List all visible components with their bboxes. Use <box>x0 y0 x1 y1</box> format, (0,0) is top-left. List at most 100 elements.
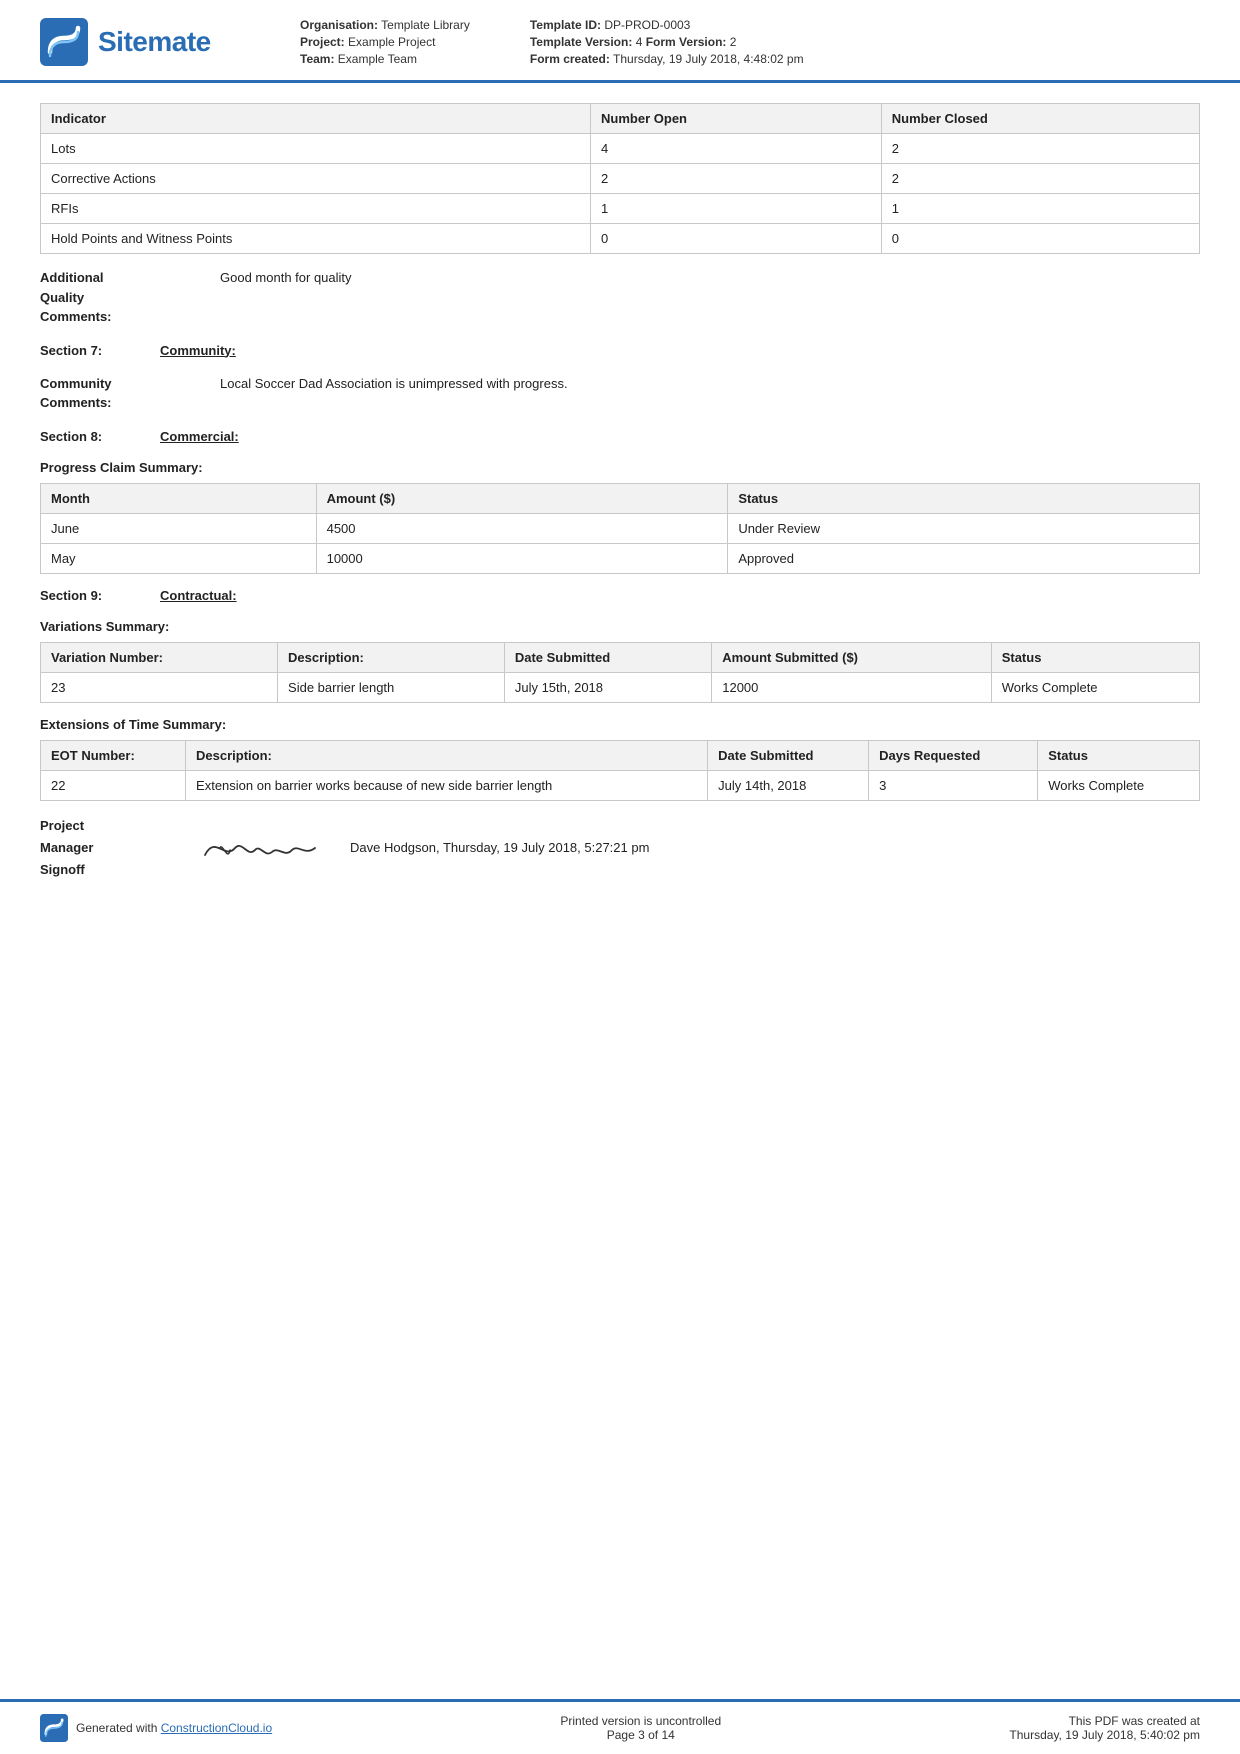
indicators-col-closed: Number Closed <box>881 104 1199 134</box>
table-row: Lots 4 2 <box>41 134 1200 164</box>
sitemate-logo-icon <box>40 18 88 66</box>
var-amount: 12000 <box>712 672 991 702</box>
footer-right: This PDF was created at Thursday, 19 Jul… <box>1009 1714 1200 1742</box>
signature-image <box>200 820 320 875</box>
indicators-col-open: Number Open <box>591 104 882 134</box>
eot-col-description: Description: <box>186 740 708 770</box>
footer: Generated with ConstructionCloud.io Prin… <box>0 1699 1240 1754</box>
org-line: Organisation: Template Library <box>300 18 470 32</box>
signoff-label: ProjectManagerSignoff <box>40 815 170 881</box>
eot-number: 22 <box>41 770 186 800</box>
var-col-amount: Amount Submitted ($) <box>712 642 991 672</box>
var-col-number: Variation Number: <box>41 642 278 672</box>
indicator-name: Hold Points and Witness Points <box>41 224 591 254</box>
progress-claim-title: Progress Claim Summary: <box>40 460 1200 475</box>
signature-svg <box>200 820 320 875</box>
indicator-name: Lots <box>41 134 591 164</box>
community-comments-row: CommunityComments: Local Soccer Dad Asso… <box>40 374 1200 413</box>
template-version-line: Template Version: 4 Form Version: 2 <box>530 35 804 49</box>
var-number: 23 <box>41 672 278 702</box>
eot-col-number: EOT Number: <box>41 740 186 770</box>
table-row: June 4500 Under Review <box>41 513 1200 543</box>
section8-number: Section 8: <box>40 429 140 444</box>
additional-quality-row: AdditionalQualityComments: Good month fo… <box>40 268 1200 327</box>
footer-left: Generated with ConstructionCloud.io <box>40 1714 272 1742</box>
footer-center-line2: Page 3 of 14 <box>560 1728 721 1742</box>
indicator-closed: 2 <box>881 164 1199 194</box>
var-col-date: Date Submitted <box>504 642 711 672</box>
project-line: Project: Example Project <box>300 35 470 49</box>
section9-title: Contractual: <box>160 588 237 603</box>
var-date: July 15th, 2018 <box>504 672 711 702</box>
header-meta: Organisation: Template Library Project: … <box>260 18 1200 66</box>
section9-heading: Section 9: Contractual: <box>40 588 1200 603</box>
eot-days: 3 <box>869 770 1038 800</box>
indicator-open: 2 <box>591 164 882 194</box>
progress-month: June <box>41 513 317 543</box>
footer-center: Printed version is uncontrolled Page 3 o… <box>560 1714 721 1742</box>
footer-right-line2: Thursday, 19 July 2018, 5:40:02 pm <box>1009 1728 1200 1742</box>
progress-status: Approved <box>728 543 1200 573</box>
table-row: Hold Points and Witness Points 0 0 <box>41 224 1200 254</box>
indicator-name: Corrective Actions <box>41 164 591 194</box>
progress-col-status: Status <box>728 483 1200 513</box>
content: Indicator Number Open Number Closed Lots… <box>0 83 1240 1699</box>
logo-area: Sitemate <box>40 18 260 66</box>
variations-table: Variation Number: Description: Date Subm… <box>40 642 1200 703</box>
header-meta-left: Organisation: Template Library Project: … <box>300 18 470 66</box>
var-description: Side barrier length <box>278 672 505 702</box>
table-row: 22 Extension on barrier works because of… <box>41 770 1200 800</box>
community-comments-label: CommunityComments: <box>40 374 220 413</box>
header: Sitemate Organisation: Template Library … <box>0 0 1240 83</box>
var-col-description: Description: <box>278 642 505 672</box>
header-meta-right: Template ID: DP-PROD-0003 Template Versi… <box>530 18 804 66</box>
eot-description: Extension on barrier works because of ne… <box>186 770 708 800</box>
progress-status: Under Review <box>728 513 1200 543</box>
signoff-row: ProjectManagerSignoff Dave Hodgson, Thur… <box>40 815 1200 881</box>
footer-logo-icon <box>40 1714 68 1742</box>
indicator-open: 4 <box>591 134 882 164</box>
eot-table: EOT Number: Description: Date Submitted … <box>40 740 1200 801</box>
additional-quality-value: Good month for quality <box>220 268 1200 327</box>
template-id-line: Template ID: DP-PROD-0003 <box>530 18 804 32</box>
footer-center-line1: Printed version is uncontrolled <box>560 1714 721 1728</box>
indicators-col-indicator: Indicator <box>41 104 591 134</box>
table-row: May 10000 Approved <box>41 543 1200 573</box>
indicator-name: RFIs <box>41 194 591 224</box>
eot-col-status: Status <box>1038 740 1200 770</box>
progress-amount: 10000 <box>316 543 728 573</box>
section7-title: Community: <box>160 343 236 358</box>
section8-heading: Section 8: Commercial: <box>40 429 1200 444</box>
section9-number: Section 9: <box>40 588 140 603</box>
footer-link[interactable]: ConstructionCloud.io <box>161 1721 272 1735</box>
community-comments-value: Local Soccer Dad Association is unimpres… <box>220 374 1200 413</box>
table-row: RFIs 1 1 <box>41 194 1200 224</box>
progress-month: May <box>41 543 317 573</box>
var-status: Works Complete <box>991 672 1199 702</box>
eot-col-days: Days Requested <box>869 740 1038 770</box>
logo-text: Sitemate <box>98 26 211 58</box>
indicator-closed: 2 <box>881 134 1199 164</box>
indicator-closed: 1 <box>881 194 1199 224</box>
variations-title: Variations Summary: <box>40 619 1200 634</box>
indicators-table: Indicator Number Open Number Closed Lots… <box>40 103 1200 254</box>
signoff-text: Dave Hodgson, Thursday, 19 July 2018, 5:… <box>350 838 649 858</box>
eot-col-date: Date Submitted <box>708 740 869 770</box>
table-row: Corrective Actions 2 2 <box>41 164 1200 194</box>
progress-col-month: Month <box>41 483 317 513</box>
page: Sitemate Organisation: Template Library … <box>0 0 1240 1754</box>
progress-col-amount: Amount ($) <box>316 483 728 513</box>
progress-claim-table: Month Amount ($) Status June 4500 Under … <box>40 483 1200 574</box>
form-created-line: Form created: Thursday, 19 July 2018, 4:… <box>530 52 804 66</box>
progress-amount: 4500 <box>316 513 728 543</box>
section8-title: Commercial: <box>160 429 239 444</box>
var-col-status: Status <box>991 642 1199 672</box>
indicator-closed: 0 <box>881 224 1199 254</box>
eot-title: Extensions of Time Summary: <box>40 717 1200 732</box>
footer-generated-text: Generated with ConstructionCloud.io <box>76 1721 272 1735</box>
section7-number: Section 7: <box>40 343 140 358</box>
eot-date: July 14th, 2018 <box>708 770 869 800</box>
section7-heading: Section 7: Community: <box>40 343 1200 358</box>
indicator-open: 0 <box>591 224 882 254</box>
eot-status: Works Complete <box>1038 770 1200 800</box>
